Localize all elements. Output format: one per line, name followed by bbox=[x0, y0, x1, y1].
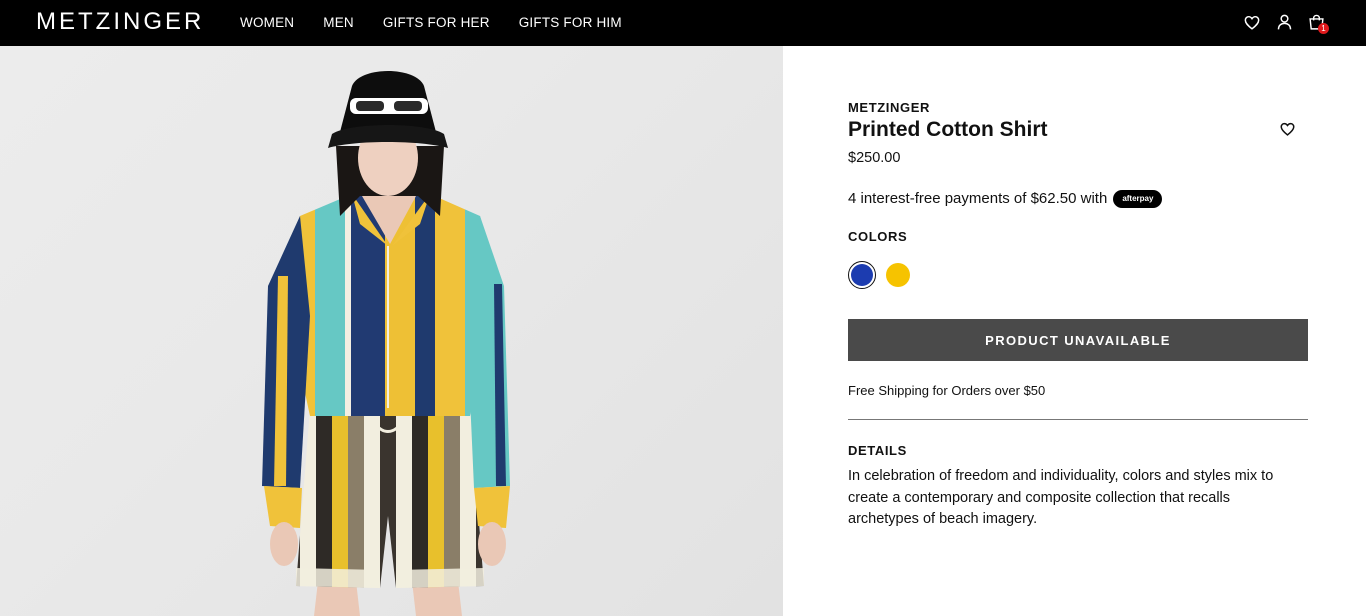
product-brand: METZINGER bbox=[848, 100, 930, 115]
main-nav: WOMEN MEN GIFTS FOR HER GIFTS FOR HIM bbox=[240, 15, 651, 31]
color-swatch-blue[interactable] bbox=[848, 261, 876, 289]
details-text: In celebration of freedom and individual… bbox=[848, 468, 1274, 527]
top-navigation-bar: METZINGER WOMEN MEN GIFTS FOR HER GIFTS … bbox=[0, 0, 1366, 46]
nav-item-gifts-for-him[interactable]: GIFTS FOR HIM bbox=[519, 15, 622, 31]
color-swatch-yellow[interactable] bbox=[884, 261, 912, 289]
product-unavailable-button[interactable]: PRODUCT UNAVAILABLE bbox=[848, 319, 1308, 361]
afterpay-text: 4 interest-free payments of $62.50 with bbox=[848, 190, 1108, 207]
afterpay-info: 4 interest-free payments of $62.50 with … bbox=[848, 189, 1308, 209]
product-title: Printed Cotton Shirt bbox=[848, 118, 1048, 141]
details-label: DETAILS bbox=[848, 443, 907, 458]
product-image[interactable] bbox=[0, 46, 783, 616]
product-details-panel: METZINGER Printed Cotton Shirt $250.00 4… bbox=[848, 100, 1308, 531]
user-icon[interactable] bbox=[1274, 12, 1294, 32]
cart-icon[interactable]: 1 bbox=[1306, 12, 1329, 34]
brand-logo[interactable]: METZINGER bbox=[36, 8, 204, 36]
swatch-fill bbox=[886, 263, 910, 287]
product-price: $250.00 bbox=[848, 150, 901, 166]
nav-item-men[interactable]: MEN bbox=[323, 15, 354, 31]
heart-icon[interactable] bbox=[1280, 122, 1296, 138]
divider bbox=[848, 419, 1308, 420]
shipping-info: Free Shipping for Orders over $50 bbox=[848, 383, 1046, 398]
heart-icon[interactable] bbox=[1242, 12, 1262, 32]
nav-item-gifts-for-her[interactable]: GIFTS FOR HER bbox=[383, 15, 490, 31]
colors-label: COLORS bbox=[848, 229, 908, 244]
header-actions: 1 bbox=[1230, 12, 1329, 34]
color-swatches bbox=[848, 261, 1308, 289]
afterpay-badge[interactable]: afterpay bbox=[1113, 190, 1163, 208]
swatch-fill bbox=[851, 264, 873, 286]
nav-item-women[interactable]: WOMEN bbox=[240, 15, 294, 31]
cart-count-badge: 1 bbox=[1318, 23, 1329, 34]
model-illustration bbox=[262, 71, 510, 616]
